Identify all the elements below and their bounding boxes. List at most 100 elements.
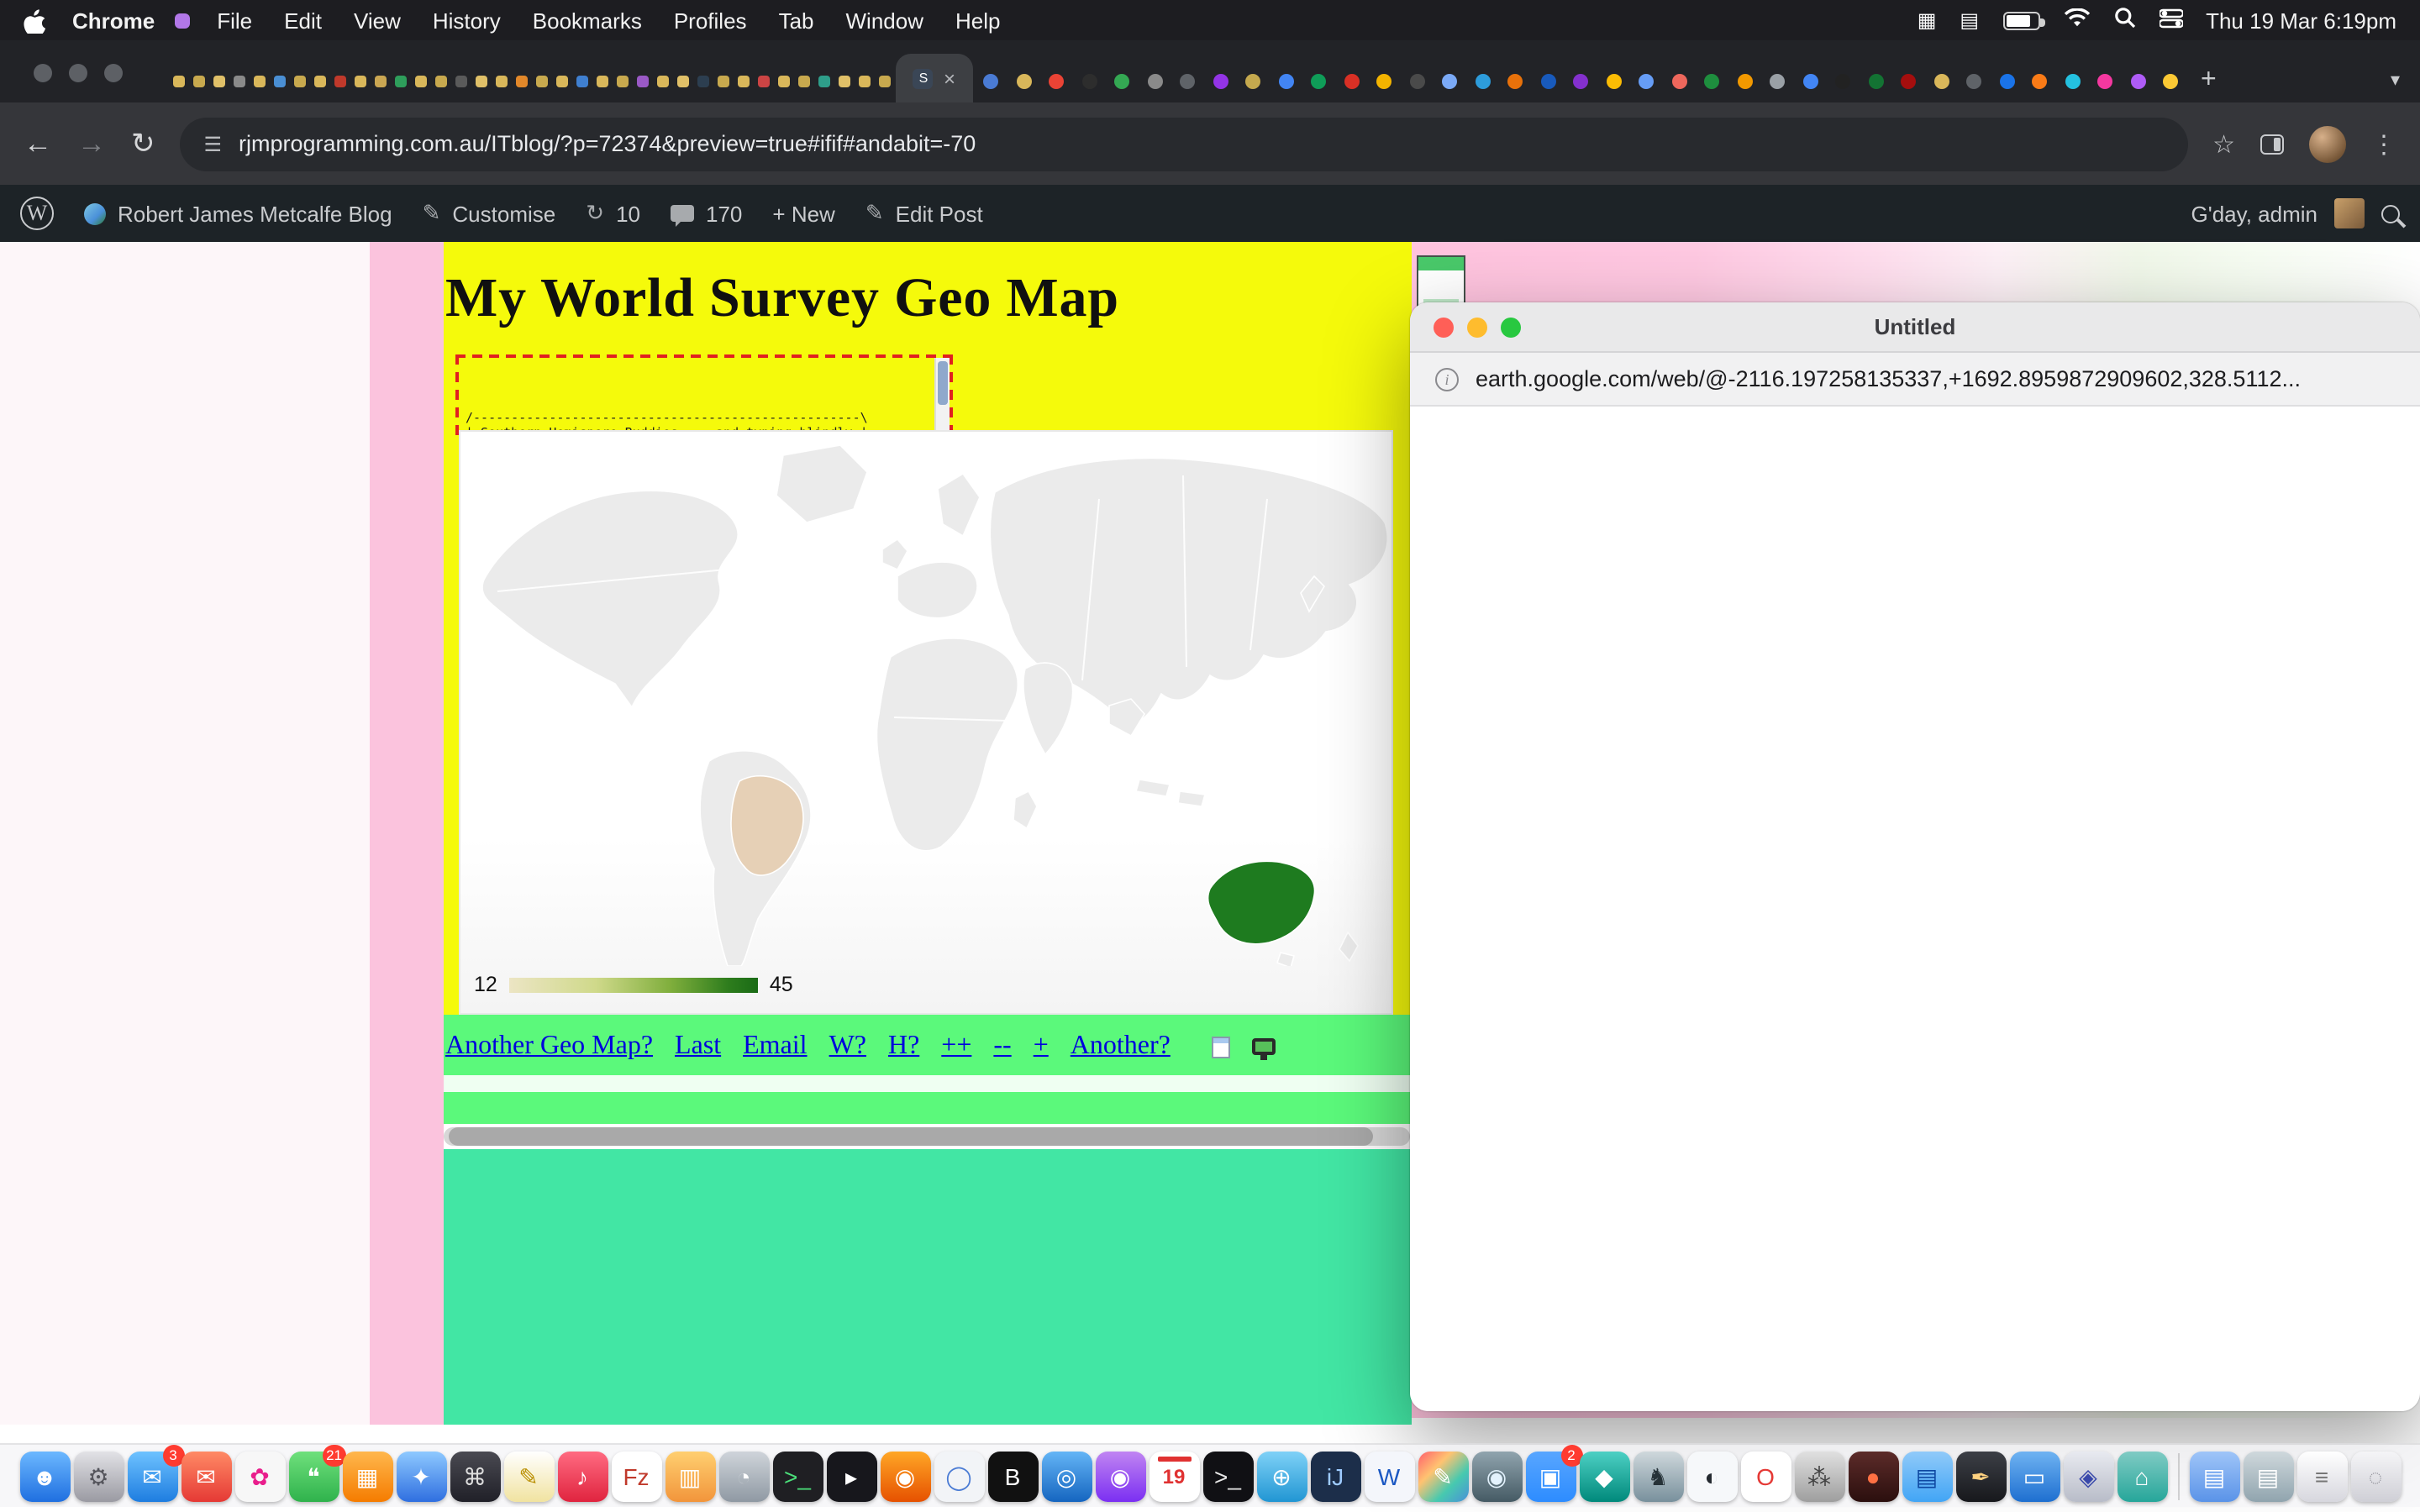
menu-app-name[interactable]: Chrome: [72, 8, 155, 33]
browser-tab[interactable]: [1958, 60, 1991, 102]
dock-icon-dark-red-app[interactable]: ●: [1848, 1451, 1898, 1501]
browser-tab[interactable]: [1335, 60, 1368, 102]
dock-icon-paint[interactable]: ✎: [1418, 1451, 1468, 1501]
browser-tab[interactable]: [1171, 60, 1204, 102]
browser-tab[interactable]: [571, 60, 592, 102]
wp-comment-count[interactable]: 170: [706, 201, 742, 226]
dock-icon-stack[interactable]: ≡: [2296, 1451, 2347, 1501]
control-center-icon[interactable]: [2159, 8, 2182, 33]
wifi-icon[interactable]: [2063, 8, 2090, 33]
browser-tab[interactable]: [1302, 60, 1335, 102]
dock-icon-zoom[interactable]: ▣2: [1525, 1451, 1576, 1501]
browser-tab[interactable]: [1663, 60, 1696, 102]
browser-tab[interactable]: [713, 60, 733, 102]
dock-icon-utility[interactable]: ⌘: [450, 1451, 500, 1501]
browser-tab[interactable]: [390, 60, 410, 102]
dock-icon-home-app[interactable]: ⌂: [2117, 1451, 2167, 1501]
browser-tab[interactable]: [1270, 60, 1302, 102]
dock-icon-mail-alt[interactable]: ✉: [181, 1451, 231, 1501]
page-link[interactable]: W?: [829, 1032, 866, 1062]
browser-tab[interactable]: [2023, 60, 2056, 102]
browser-tab[interactable]: [1630, 60, 1663, 102]
browser-tab[interactable]: [1434, 60, 1466, 102]
browser-menu-icon[interactable]: ⋮: [2371, 129, 2396, 159]
menu-item-help[interactable]: Help: [955, 8, 1001, 33]
browser-tab[interactable]: [511, 60, 531, 102]
browser-tab[interactable]: [491, 60, 511, 102]
browser-tab[interactable]: [289, 60, 309, 102]
close-window-icon[interactable]: [1434, 318, 1454, 338]
wp-new[interactable]: + New: [772, 201, 834, 226]
wp-edit-label[interactable]: Edit Post: [896, 201, 983, 226]
browser-tab[interactable]: [773, 60, 793, 102]
dock-icon-terminal-alt[interactable]: >_: [1202, 1451, 1253, 1501]
browser-tab[interactable]: [592, 60, 612, 102]
page-link[interactable]: Another Geo Map?: [445, 1032, 653, 1062]
browser-tab[interactable]: [551, 60, 571, 102]
dock-icon-firefox[interactable]: ◉: [880, 1451, 930, 1501]
browser-tab[interactable]: [410, 60, 430, 102]
browser-tab[interactable]: [1597, 60, 1630, 102]
dock-icon-documents-folder[interactable]: ▤: [2243, 1451, 2293, 1501]
menu-clock[interactable]: Thu 19 Mar 6:19pm: [2206, 8, 2396, 33]
wp-site-name[interactable]: Robert James Metcalfe Blog: [118, 201, 392, 226]
dock-icon-globe-app[interactable]: ⊕: [1256, 1451, 1307, 1501]
browser-tab[interactable]: [269, 60, 289, 102]
dock-icon-pen-app[interactable]: ✒: [1955, 1451, 2006, 1501]
browser-tab[interactable]: [1892, 60, 1925, 102]
dock-icon-trash[interactable]: ◌: [2350, 1451, 2401, 1501]
bookmark-star-icon[interactable]: ☆: [2212, 129, 2235, 159]
browser-tab[interactable]: [229, 60, 249, 102]
wp-greeting[interactable]: G'day, admin: [2191, 201, 2317, 226]
browser-tab[interactable]: [168, 60, 188, 102]
dock-icon-clock-app[interactable]: ◔: [718, 1451, 769, 1501]
page-link[interactable]: H?: [888, 1032, 919, 1062]
browser-tab[interactable]: [1565, 60, 1597, 102]
dock-icon-opera[interactable]: O: [1740, 1451, 1791, 1501]
dock-icon-books[interactable]: ▥: [665, 1451, 715, 1501]
browser-tab[interactable]: [612, 60, 632, 102]
reload-icon[interactable]: ↻: [131, 129, 155, 158]
browser-tab[interactable]: [1204, 60, 1237, 102]
browser-tab[interactable]: [450, 60, 471, 102]
dock-icon-safari[interactable]: ✦: [396, 1451, 446, 1501]
dock-icon-ij-app[interactable]: iJ: [1310, 1451, 1360, 1501]
tab-close-icon[interactable]: ×: [944, 68, 955, 88]
browser-tab[interactable]: [1860, 60, 1892, 102]
profile-avatar[interactable]: [2309, 125, 2346, 162]
browser-tab[interactable]: [1827, 60, 1860, 102]
page-link[interactable]: ++: [941, 1032, 971, 1062]
menu-item-window[interactable]: Window: [846, 8, 924, 33]
browser-tab[interactable]: [1401, 60, 1434, 102]
display-grid-icon[interactable]: ▦: [1918, 8, 1937, 32]
browser-tab[interactable]: [672, 60, 692, 102]
dock-icon-blue-grid-app[interactable]: ▤: [1902, 1451, 1952, 1501]
page-link[interactable]: +: [1034, 1032, 1049, 1062]
browser-tab[interactable]: [1696, 60, 1728, 102]
tab-search-chevron-icon[interactable]: ▾: [2391, 69, 2400, 91]
browser-tab[interactable]: [208, 60, 229, 102]
dock-icon-photos[interactable]: ✿: [234, 1451, 285, 1501]
address-bar[interactable]: ☰ rjmprogramming.com.au/ITblog/?p=72374&…: [181, 117, 2188, 171]
spotlight-icon[interactable]: [2113, 7, 2135, 34]
url-text[interactable]: rjmprogramming.com.au/ITblog/?p=72374&pr…: [239, 131, 976, 156]
dock-icon-camera-app[interactable]: ◉: [1471, 1451, 1522, 1501]
page-link[interactable]: Last: [675, 1032, 721, 1062]
dock-icon-tv[interactable]: ▸: [826, 1451, 876, 1501]
browser-tab[interactable]: [692, 60, 713, 102]
browser-tab[interactable]: [1728, 60, 1761, 102]
dock-icon-settings[interactable]: ⚙: [73, 1451, 124, 1501]
earth-window-controls[interactable]: [1434, 318, 1521, 338]
dock-icon-chess[interactable]: ♞: [1633, 1451, 1683, 1501]
dock-icon-display-app[interactable]: ▭: [2009, 1451, 2060, 1501]
dock-icon-terminal[interactable]: >_: [772, 1451, 823, 1501]
wp-edit-post[interactable]: ✎ Edit Post: [865, 200, 983, 227]
browser-tab[interactable]: [471, 60, 491, 102]
browser-tab[interactable]: [1237, 60, 1270, 102]
menu-item-bookmarks[interactable]: Bookmarks: [533, 8, 642, 33]
browser-tab[interactable]: [309, 60, 329, 102]
browser-tab[interactable]: [854, 60, 874, 102]
browser-tab[interactable]: [249, 60, 269, 102]
textarea-scroll-thumb[interactable]: [938, 361, 948, 405]
browser-tab[interactable]: [753, 60, 773, 102]
